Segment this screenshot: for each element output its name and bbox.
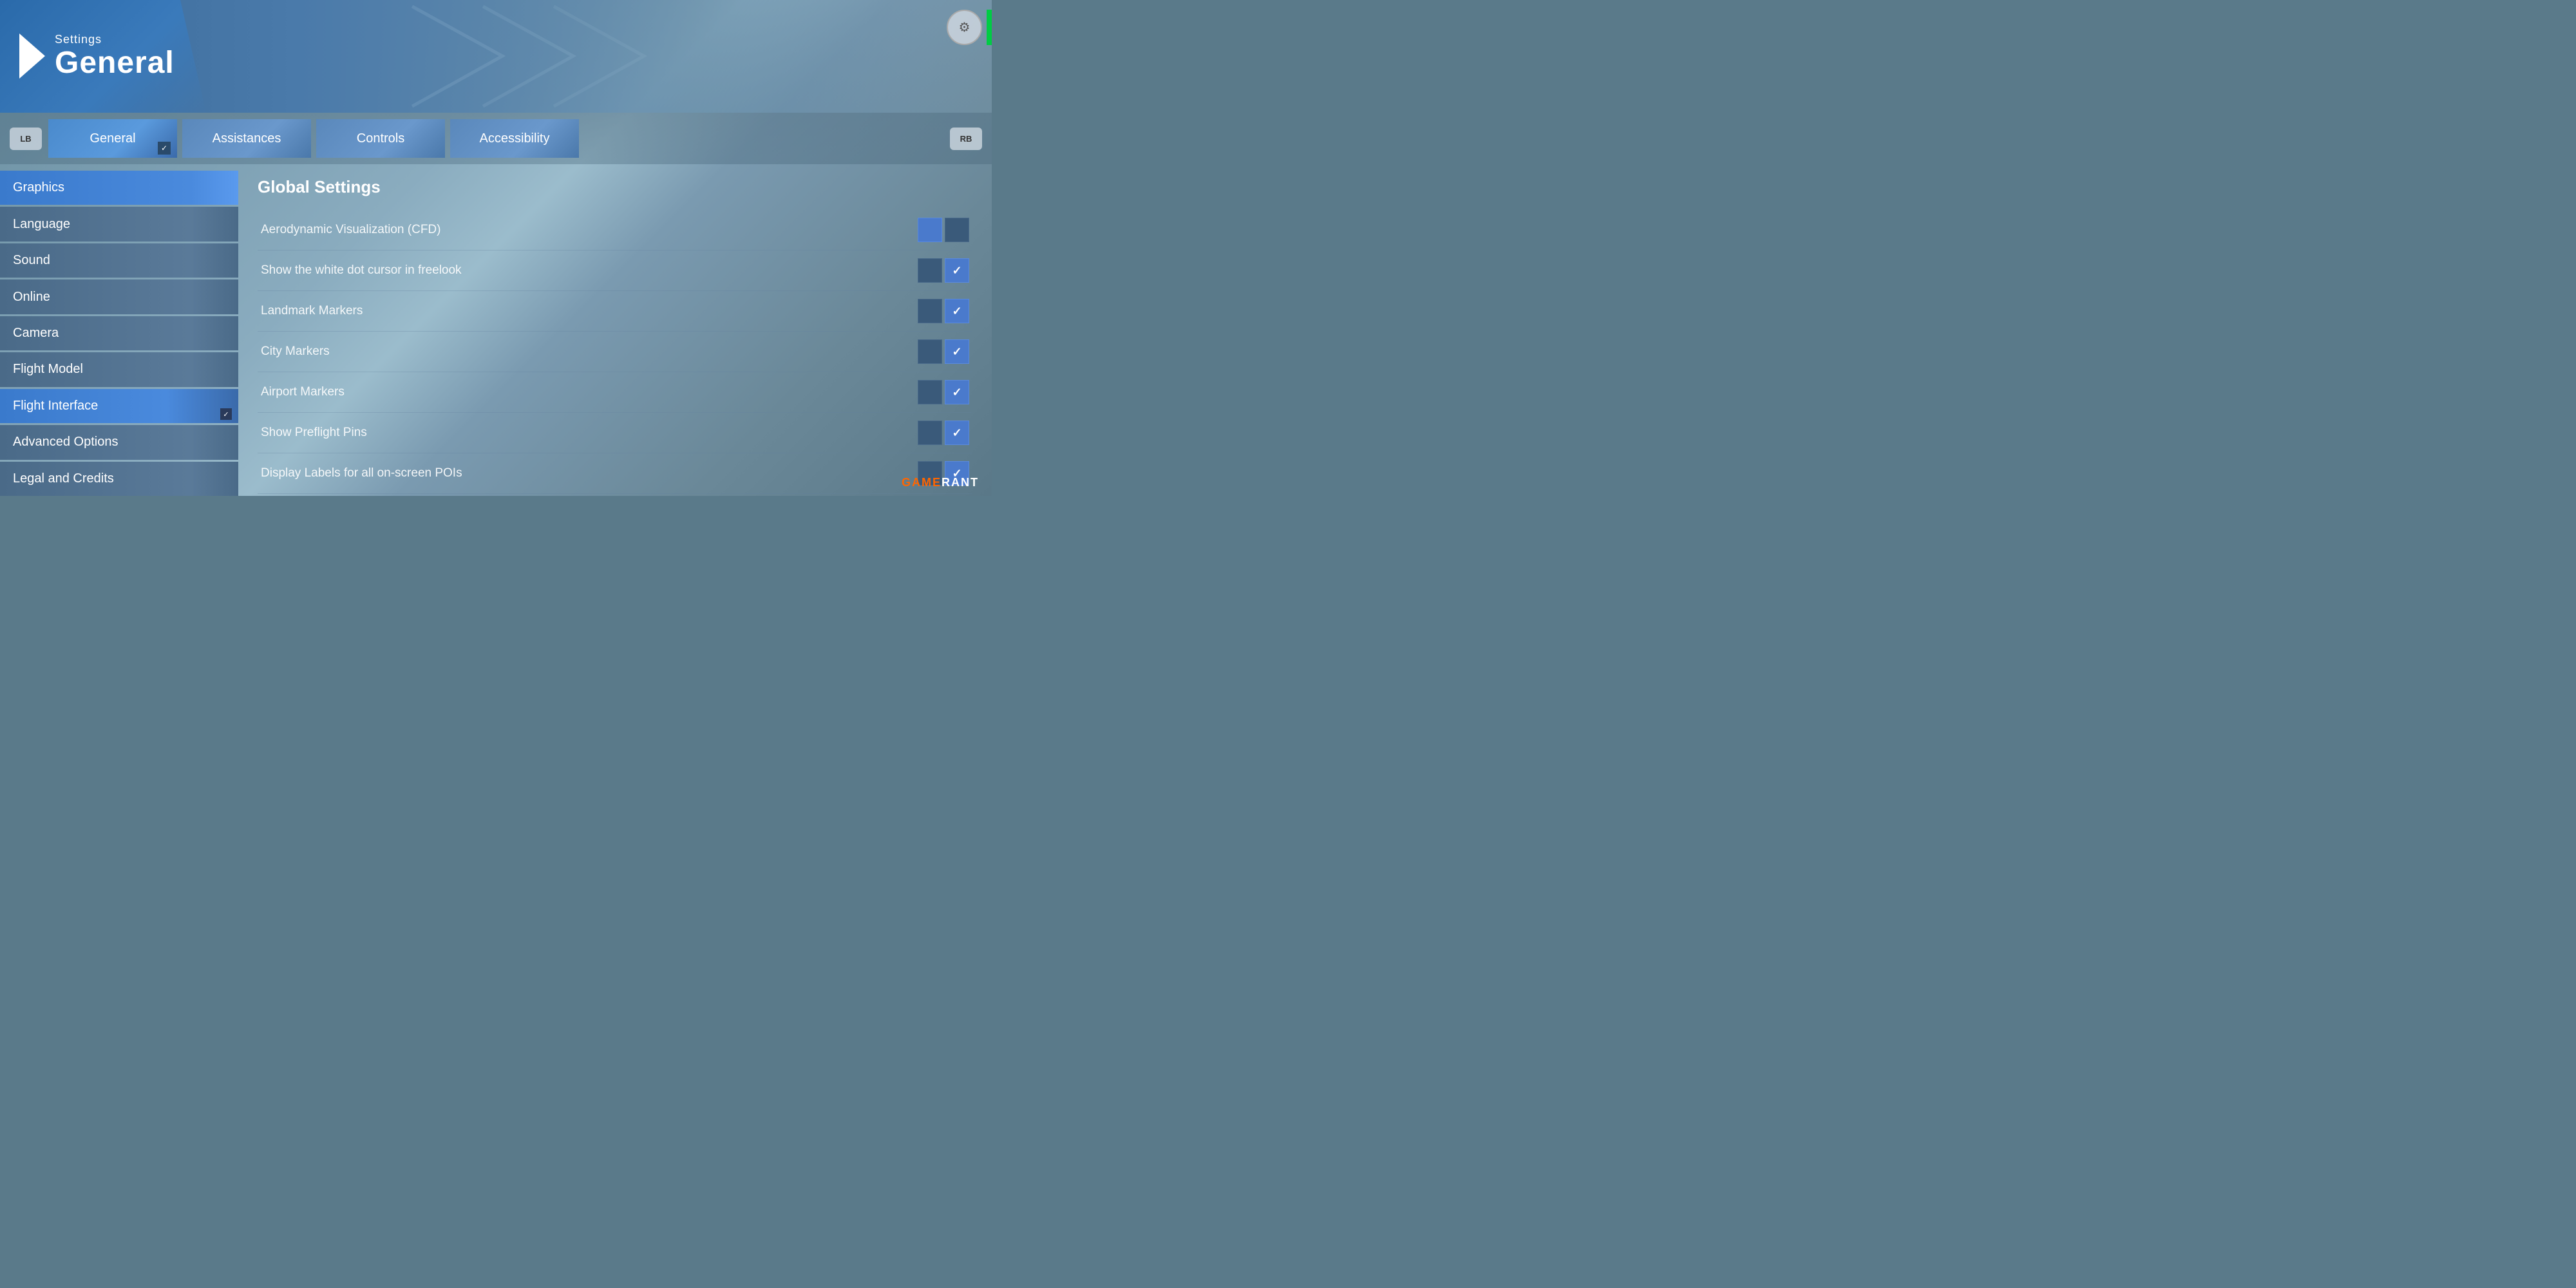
settings-label-preflight: Show Preflight Pins xyxy=(261,426,367,440)
tab-accessibility[interactable]: Accessibility xyxy=(450,119,579,158)
header-content: Settings General xyxy=(0,33,175,80)
lb-button[interactable]: LB xyxy=(10,128,42,150)
toggle-cfd-off[interactable] xyxy=(945,218,969,242)
settings-label-city: City Markers xyxy=(261,345,330,359)
page-title: General xyxy=(55,46,175,80)
settings-row-traffic: Show Traffic Nameplates xyxy=(258,494,972,496)
sidebar: Graphics Language Sound Online Camera Fl… xyxy=(0,164,238,496)
header-chevrons-svg xyxy=(193,0,708,113)
settings-row-airport: Airport Markers ✓ xyxy=(258,372,972,413)
settings-row-pois: Display Labels for all on-screen POIs ✓ xyxy=(258,453,972,494)
tab-navigation: LB General ✓ Assistances Controls Access… xyxy=(0,113,992,164)
gamerant-rant: RANT xyxy=(942,476,979,489)
sidebar-flight-interface-checkmark: ✓ xyxy=(220,408,232,420)
settings-row-cursor: Show the white dot cursor in freelook ✓ xyxy=(258,251,972,291)
settings-label-cursor: Show the white dot cursor in freelook xyxy=(261,263,462,278)
settings-row-preflight: Show Preflight Pins ✓ xyxy=(258,413,972,453)
toggle-cfd[interactable] xyxy=(918,218,969,242)
settings-row-landmark: Landmark Markers ✓ xyxy=(258,291,972,332)
sidebar-item-language[interactable]: Language xyxy=(0,207,238,241)
sidebar-item-online[interactable]: Online xyxy=(0,279,238,314)
toggle-cursor[interactable]: ✓ xyxy=(918,258,969,283)
tab-assistances[interactable]: Assistances xyxy=(182,119,311,158)
green-bar xyxy=(987,10,992,45)
settings-row-city: City Markers ✓ xyxy=(258,332,972,372)
settings-label-cfd: Aerodynamic Visualization (CFD) xyxy=(261,223,440,237)
tab-general[interactable]: General ✓ xyxy=(48,119,177,158)
main-content: Graphics Language Sound Online Camera Fl… xyxy=(0,164,992,496)
toggle-preflight-off[interactable] xyxy=(918,421,942,445)
sidebar-item-flight-interface[interactable]: Flight Interface ✓ xyxy=(0,389,238,423)
toggle-landmark[interactable]: ✓ xyxy=(918,299,969,323)
header: Settings General xyxy=(0,0,992,113)
settings-row-cfd: Aerodynamic Visualization (CFD) xyxy=(258,210,972,251)
tab-controls[interactable]: Controls xyxy=(316,119,445,158)
toggle-cfd-on[interactable] xyxy=(918,218,942,242)
toggle-cursor-on[interactable]: ✓ xyxy=(945,258,969,283)
toggle-landmark-off[interactable] xyxy=(918,299,942,323)
settings-label-pois: Display Labels for all on-screen POIs xyxy=(261,466,462,480)
tab-general-checkmark: ✓ xyxy=(158,142,171,155)
toggle-preflight-on[interactable]: ✓ xyxy=(945,421,969,445)
header-settings-label: Settings xyxy=(55,33,175,46)
tabs-container: General ✓ Assistances Controls Accessibi… xyxy=(48,119,943,158)
toggle-city-on[interactable]: ✓ xyxy=(945,339,969,364)
gamerant-game: GAME xyxy=(902,476,942,489)
toggle-airport-off[interactable] xyxy=(918,380,942,404)
sidebar-item-flight-model[interactable]: Flight Model xyxy=(0,352,238,386)
rb-button[interactable]: RB xyxy=(950,128,982,150)
top-right-icon[interactable]: ⚙ xyxy=(947,10,982,45)
settings-label-landmark: Landmark Markers xyxy=(261,304,363,318)
toggle-airport-on[interactable]: ✓ xyxy=(945,380,969,404)
settings-icon: ⚙ xyxy=(959,19,971,35)
sidebar-item-sound[interactable]: Sound xyxy=(0,243,238,278)
toggle-airport[interactable]: ✓ xyxy=(918,380,969,404)
toggle-landmark-on[interactable]: ✓ xyxy=(945,299,969,323)
toggle-city[interactable]: ✓ xyxy=(918,339,969,364)
sidebar-item-advanced-options[interactable]: Advanced Options xyxy=(0,425,238,459)
sidebar-item-camera[interactable]: Camera xyxy=(0,316,238,350)
toggle-city-off[interactable] xyxy=(918,339,942,364)
toggle-cursor-off[interactable] xyxy=(918,258,942,283)
sidebar-item-legal-credits[interactable]: Legal and Credits xyxy=(0,462,238,496)
settings-label-airport: Airport Markers xyxy=(261,385,345,399)
section-title: Global Settings xyxy=(258,177,972,197)
sidebar-item-graphics[interactable]: Graphics xyxy=(0,171,238,205)
header-title-group: Settings General xyxy=(55,33,175,80)
right-panel: Global Settings Aerodynamic Visualizatio… xyxy=(238,164,992,496)
header-arrow-icon xyxy=(19,33,45,79)
toggle-preflight[interactable]: ✓ xyxy=(918,421,969,445)
gamerant-logo: GAMERANT xyxy=(902,476,979,489)
